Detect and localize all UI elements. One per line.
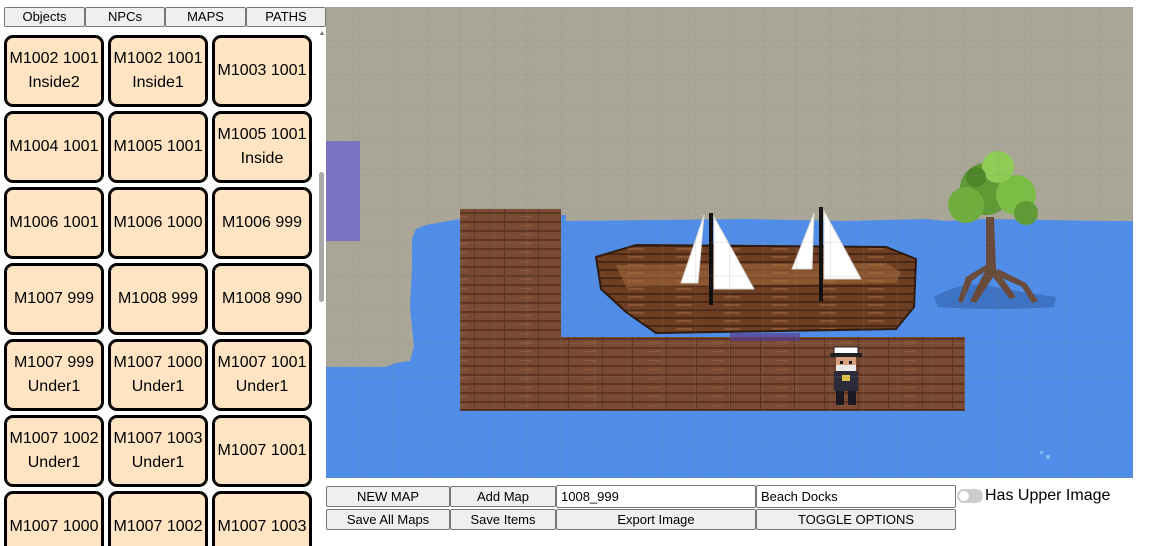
toggle-knob [959, 491, 969, 501]
map-tile[interactable]: M1006 1000 [108, 187, 208, 259]
map-tile[interactable]: M1005 1001 Inside [212, 111, 312, 183]
map-tile[interactable]: M1007 1002 [108, 491, 208, 546]
map-tile[interactable]: M1007 1003 [212, 491, 312, 546]
map-list-panel[interactable]: M1002 1001 Inside2 M1002 1001 Inside1 M1… [4, 30, 326, 546]
map-tile[interactable]: M1004 1001 [4, 111, 104, 183]
map-list-scrollbar[interactable]: ▲ [316, 30, 326, 546]
map-tile[interactable]: M1003 1001 [212, 35, 312, 107]
tile-grid-overlay [326, 7, 1133, 478]
export-image-button[interactable]: Export Image [556, 509, 756, 530]
map-tile[interactable]: M1005 1001 [108, 111, 208, 183]
map-tile[interactable]: M1007 999 Under1 [4, 339, 104, 411]
save-all-maps-button[interactable]: Save All Maps [326, 509, 450, 530]
map-tile[interactable]: M1007 1000 [4, 491, 104, 546]
map-tile[interactable]: M1006 999 [212, 187, 312, 259]
map-tile-grid: M1002 1001 Inside2 M1002 1001 Inside1 M1… [4, 35, 316, 546]
upper-image-toggle[interactable] [957, 489, 983, 503]
map-tile[interactable]: M1007 1003 Under1 [108, 415, 208, 487]
map-tile[interactable]: M1007 1002 Under1 [4, 415, 104, 487]
scroll-up-arrow-icon[interactable]: ▲ [318, 30, 326, 38]
tab-npcs[interactable]: NPCs [85, 7, 165, 27]
add-map-button[interactable]: Add Map [450, 486, 556, 507]
map-name-input[interactable] [756, 485, 956, 508]
upper-image-label: Has Upper Image [985, 487, 1111, 504]
map-tile[interactable]: M1007 1001 Under1 [212, 339, 312, 411]
save-items-button[interactable]: Save Items [450, 509, 556, 530]
map-tile[interactable]: M1008 999 [108, 263, 208, 335]
tab-maps[interactable]: MAPS [165, 7, 246, 27]
map-canvas[interactable] [326, 7, 1133, 478]
map-tile[interactable]: M1007 999 [4, 263, 104, 335]
tab-paths[interactable]: PATHS [246, 7, 326, 27]
map-tile[interactable]: M1002 1001 Inside1 [108, 35, 208, 107]
map-tile[interactable]: M1008 990 [212, 263, 312, 335]
panel-tabs: Objects NPCs MAPS PATHS [4, 7, 326, 27]
toggle-options-button[interactable]: TOGGLE OPTIONS [756, 509, 956, 530]
map-id-input[interactable] [556, 485, 756, 508]
scrollbar-thumb[interactable] [319, 172, 324, 302]
map-tile[interactable]: M1002 1001 Inside2 [4, 35, 104, 107]
tab-objects[interactable]: Objects [4, 7, 85, 27]
map-tile[interactable]: M1007 1001 [212, 415, 312, 487]
new-map-button[interactable]: NEW MAP [326, 486, 450, 507]
map-tile[interactable]: M1006 1001 [4, 187, 104, 259]
map-tile[interactable]: M1007 1000 Under1 [108, 339, 208, 411]
